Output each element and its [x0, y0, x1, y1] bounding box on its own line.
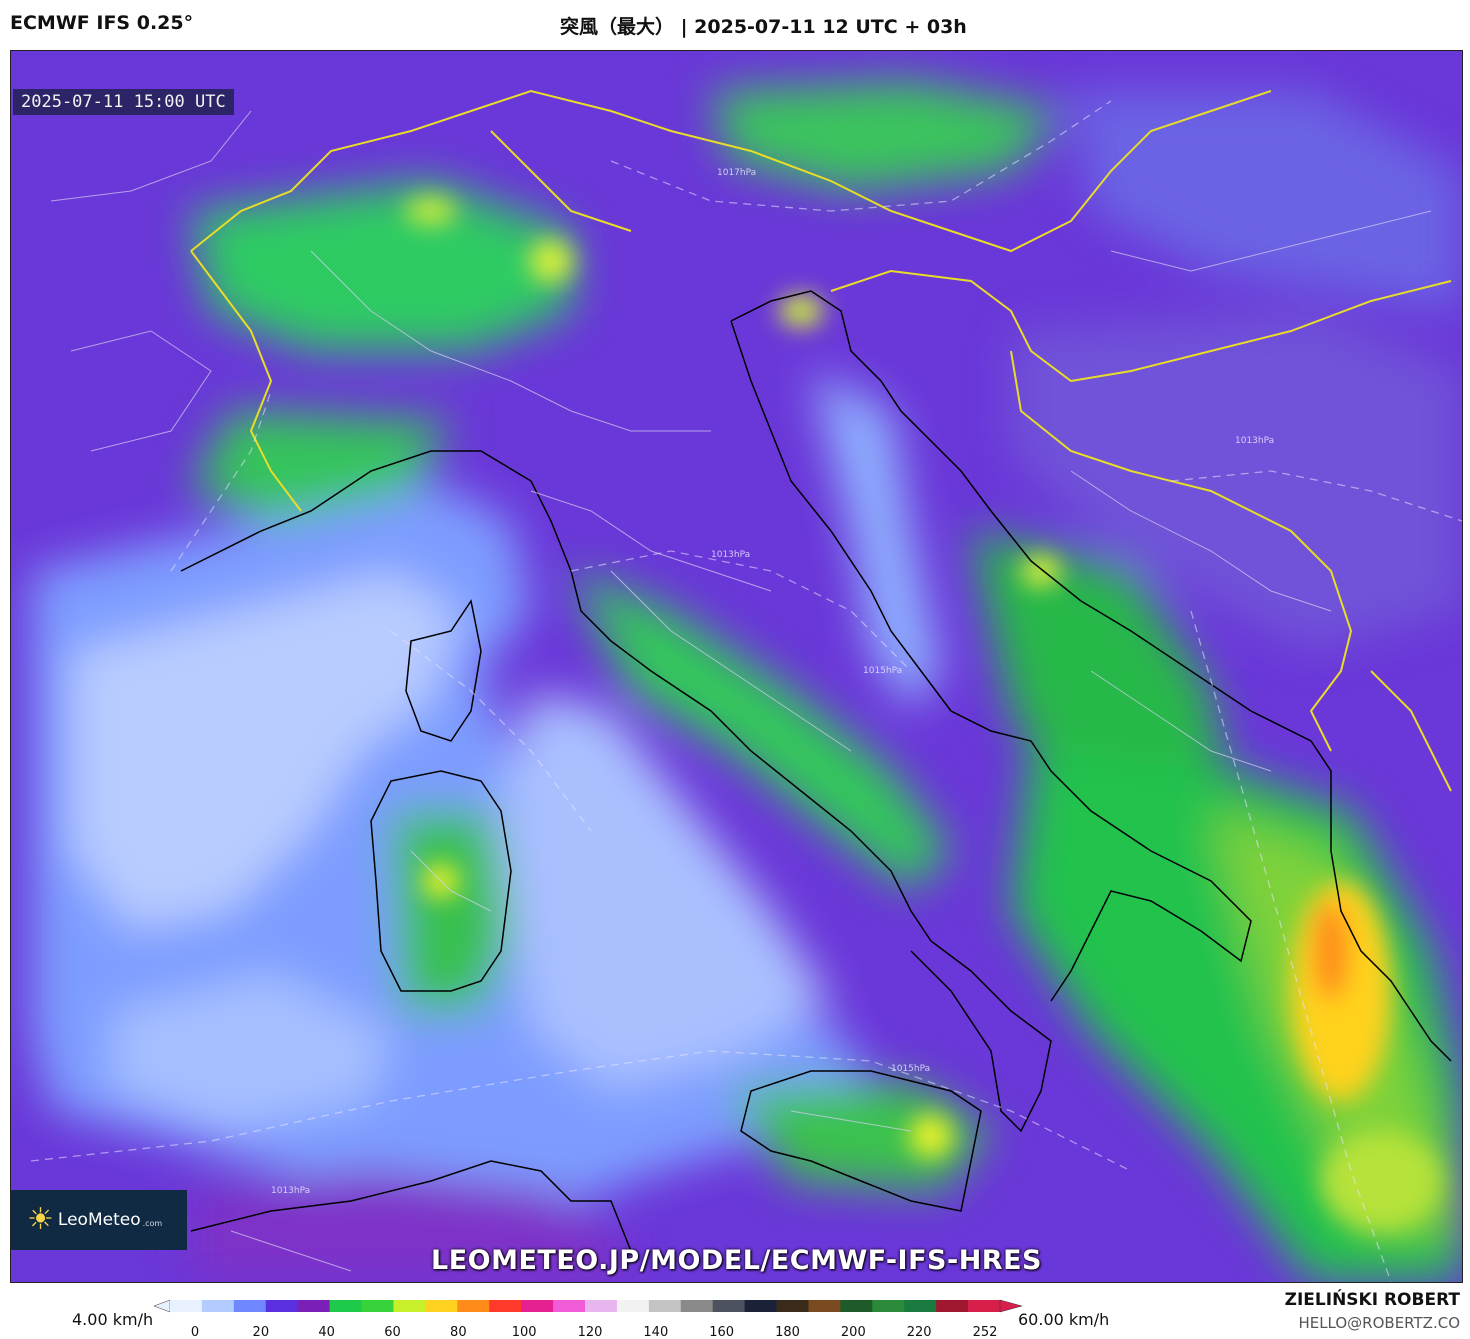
colorbar-tick-label: 60	[384, 1325, 401, 1339]
colorbar-tick-label: 200	[841, 1325, 866, 1339]
colorbar-swatch	[936, 1300, 969, 1312]
colorbar-swatch	[585, 1300, 618, 1312]
colorbar-swatch	[297, 1300, 331, 1312]
colorbar-swatch	[361, 1300, 394, 1312]
colorbar-swatch	[201, 1300, 235, 1312]
chart-title: 突風（最大） | 2025-07-11 12 UTC + 03h	[560, 16, 967, 38]
colorbar-scale: 0 20 40 60 80 100 120 140 160 180 200 220 252	[153, 1299, 1023, 1339]
sun-icon: ☀	[27, 1202, 54, 1237]
colorbar-max-label: 60.00 km/h	[1018, 1310, 1110, 1329]
colorbar-swatch	[170, 1300, 203, 1312]
colorbar-swatch	[872, 1300, 905, 1312]
colorbar-swatch	[968, 1300, 1001, 1312]
colorbar-tick-label: 252	[973, 1325, 998, 1339]
colorbar-tick-label: 160	[709, 1325, 734, 1339]
colorbar-swatch	[904, 1300, 937, 1312]
isobar-label: 1015hPa	[891, 1064, 930, 1074]
weather-map[interactable]: 1017hPa 1013hPa 1015hPa 1013hPa 1015hPa …	[10, 50, 1463, 1283]
isobar-label: 1013hPa	[1235, 436, 1274, 446]
author-email[interactable]: HELLO@ROBERTZ.CO	[1298, 1314, 1460, 1332]
colorbar-swatch	[680, 1300, 714, 1312]
colorbar-tick-label: 140	[643, 1325, 668, 1339]
colorbar-swatch	[744, 1300, 778, 1312]
colorbar-tick-label: 40	[318, 1325, 335, 1339]
colorbar-tick-label: 120	[578, 1325, 603, 1339]
colorbar-tick-label: 80	[450, 1325, 467, 1339]
logo-domain: .com	[142, 1218, 163, 1228]
colorbar-swatch	[233, 1300, 267, 1312]
colorbar-swatch	[808, 1300, 841, 1312]
colorbar-tick-label: 180	[775, 1325, 800, 1339]
watermark-url: LEOMETEO.JP/MODEL/ECMWF-IFS-HRES	[431, 1245, 1042, 1276]
colorbar-swatch	[840, 1300, 873, 1312]
valid-time: 2025-07-11 15:00 UTC	[13, 89, 234, 115]
colorbar-swatch	[265, 1300, 299, 1312]
colorbar-swatch	[457, 1300, 490, 1312]
colorbar-tick-label: 20	[253, 1325, 270, 1339]
colorbar: 4.00 km/h 0 20 40 60 80 100 120 140 160 180 200 220…	[0, 1290, 1470, 1339]
colorbar-tick-label: 100	[512, 1325, 537, 1339]
colorbar-swatch	[489, 1300, 522, 1312]
colorbar-swatch	[712, 1300, 746, 1312]
colorbar-swatch	[425, 1300, 458, 1312]
colorbar-swatch	[329, 1300, 363, 1312]
colorbar-swatch	[393, 1300, 426, 1312]
isobar-label: 1013hPa	[711, 550, 750, 560]
colorbar-swatch	[616, 1300, 650, 1312]
author-name: ZIELIŃSKI ROBERT	[1284, 1290, 1460, 1310]
leometeo-logo[interactable]: ☀ LeoMeteo .com	[11, 1190, 187, 1250]
colorbar-swatch	[521, 1300, 554, 1312]
colorbar-tick-label: 220	[907, 1325, 932, 1339]
colorbar-swatch	[648, 1300, 682, 1312]
isobar-label: 1017hPa	[717, 168, 756, 178]
colorbar-swatch	[553, 1300, 586, 1312]
colorbar-tick-label: 0	[191, 1325, 199, 1339]
logo-brand: LeoMeteo	[57, 1210, 141, 1230]
model-name: ECMWF IFS 0.25°	[10, 12, 194, 34]
gust-field: 1017hPa 1013hPa 1015hPa 1013hPa 1015hPa …	[11, 51, 1462, 1282]
isobar-label: 1013hPa	[271, 1186, 310, 1196]
isobar-label: 1015hPa	[863, 666, 902, 676]
colorbar-swatch	[776, 1300, 809, 1312]
colorbar-min-arrow	[153, 1299, 171, 1313]
